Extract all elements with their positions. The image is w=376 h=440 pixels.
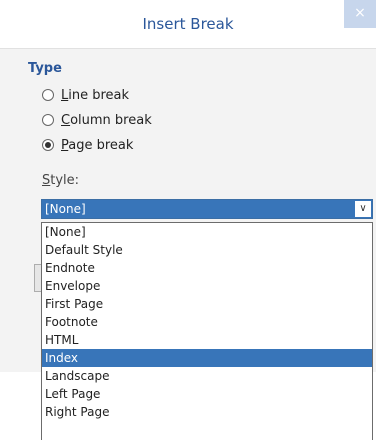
style-select-value: [None] xyxy=(45,202,86,216)
close-icon: × xyxy=(354,5,366,21)
list-item[interactable]: Default Style xyxy=(42,241,372,259)
list-item-highlighted[interactable]: Index xyxy=(42,349,372,367)
list-item[interactable]: HTML xyxy=(42,331,372,349)
radio-line-break[interactable]: Line break xyxy=(42,85,129,105)
list-item[interactable]: Envelope xyxy=(42,277,372,295)
list-item[interactable]: [None] xyxy=(42,223,372,241)
title-bar: Insert Break × xyxy=(0,0,376,48)
radio-page-break[interactable]: Page break xyxy=(42,135,133,155)
type-group-label: Type xyxy=(28,61,62,76)
list-item[interactable]: Endnote xyxy=(42,259,372,277)
style-select[interactable]: [None] ∨ xyxy=(41,199,373,219)
radio-page-break-label: Page break xyxy=(61,137,134,153)
radio-line-break-indicator[interactable] xyxy=(42,89,54,101)
style-label: Style: xyxy=(42,173,80,188)
close-button[interactable]: × xyxy=(344,0,376,28)
style-dropdown-list[interactable]: [None] Default Style Endnote Envelope Fi… xyxy=(41,222,373,440)
list-item[interactable]: Left Page xyxy=(42,385,372,403)
radio-line-break-label: Line break xyxy=(61,87,130,103)
list-item[interactable]: Landscape xyxy=(42,367,372,385)
list-item[interactable]: Right Page xyxy=(42,403,372,421)
dialog-title: Insert Break xyxy=(142,15,234,33)
list-item[interactable]: First Page xyxy=(42,295,372,313)
radio-page-break-indicator[interactable] xyxy=(42,139,54,151)
chevron-down-icon[interactable]: ∨ xyxy=(355,201,371,217)
list-item[interactable]: Footnote xyxy=(42,313,372,331)
radio-column-break-indicator[interactable] xyxy=(42,114,54,126)
radio-column-break-label: Column break xyxy=(61,112,152,128)
radio-column-break[interactable]: Column break xyxy=(42,110,152,130)
